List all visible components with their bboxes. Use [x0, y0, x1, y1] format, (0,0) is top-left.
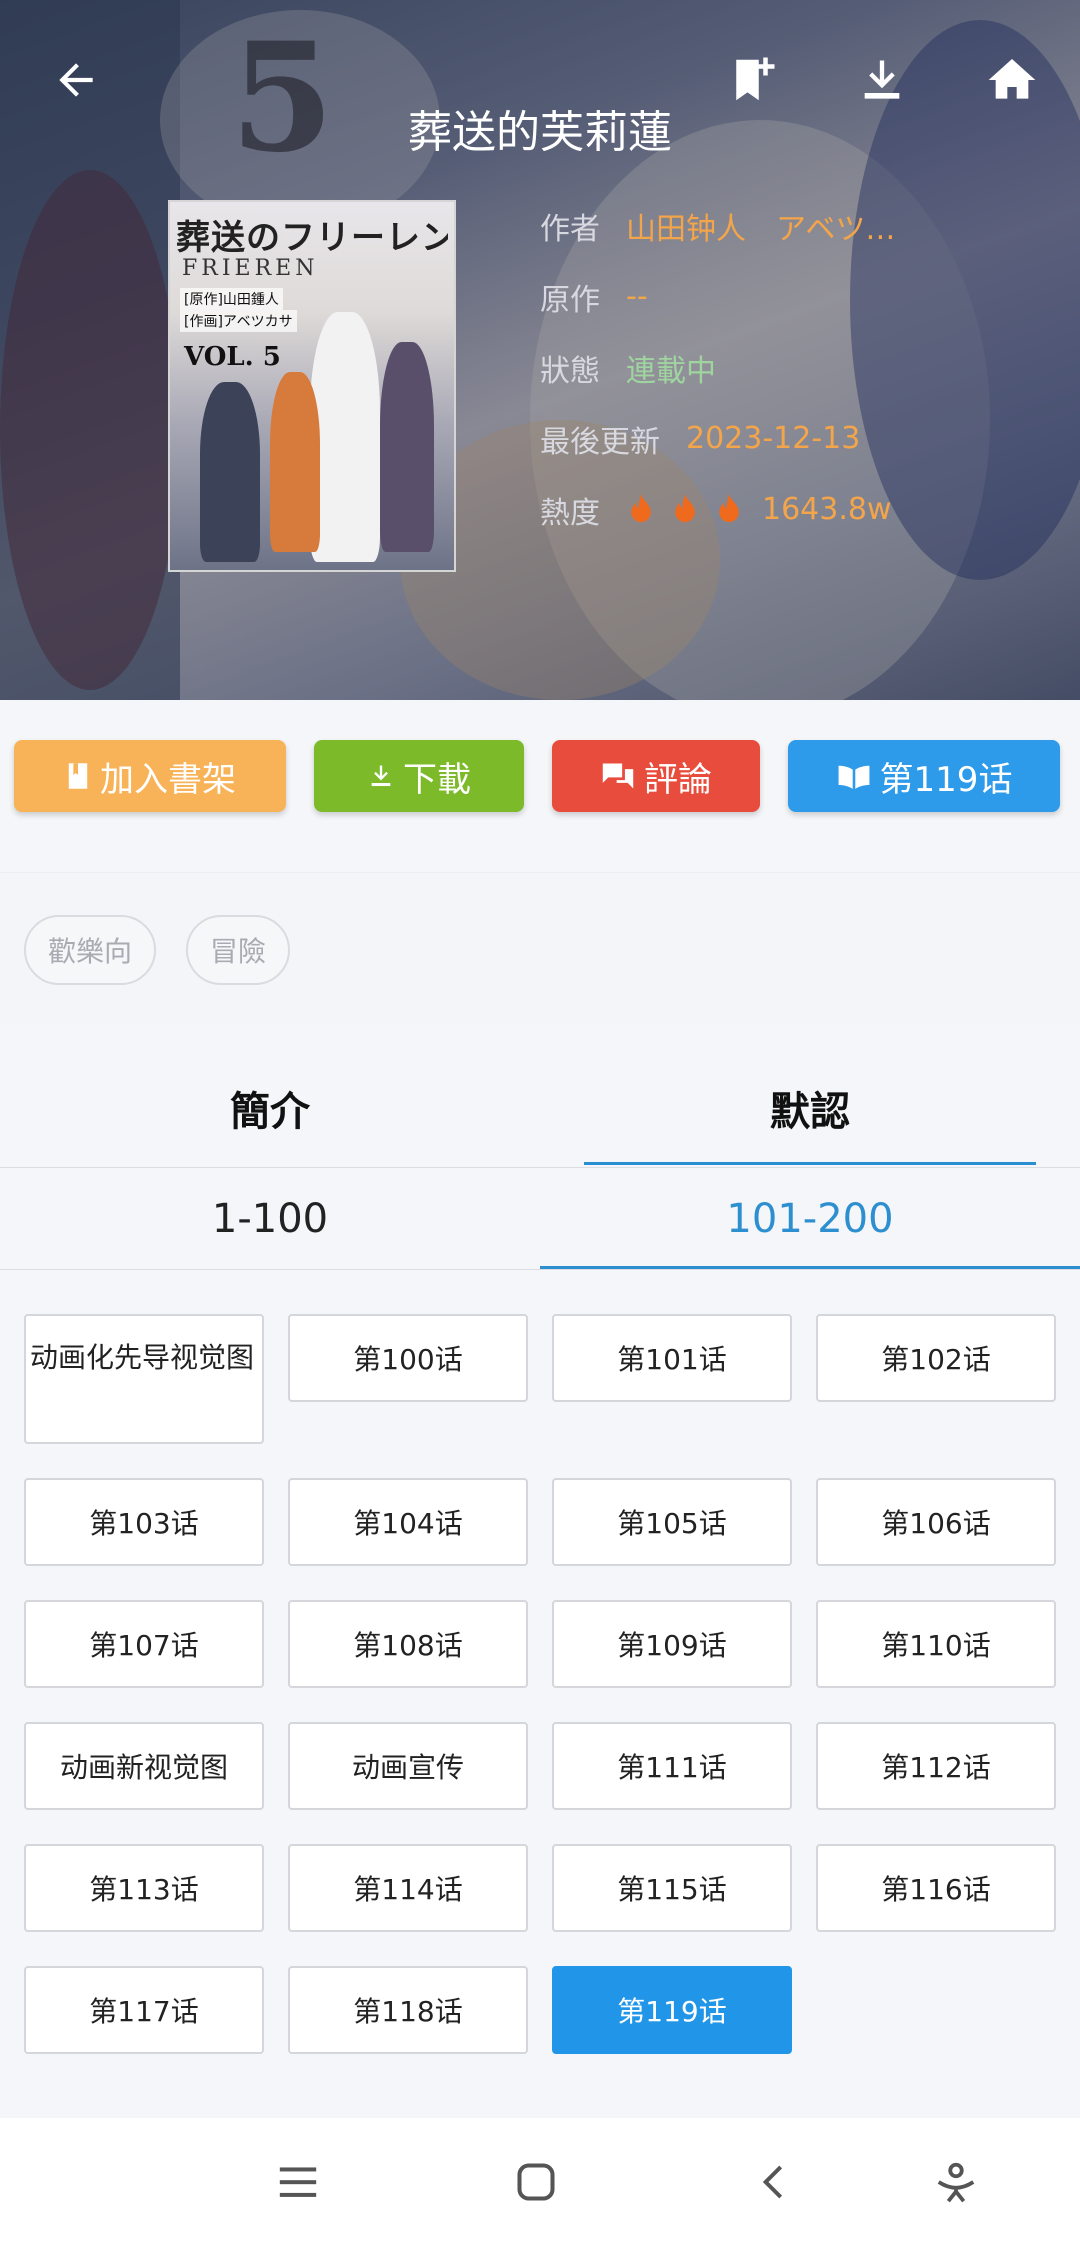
- chapter-button[interactable]: 第112话: [816, 1722, 1056, 1810]
- read-chapter-button[interactable]: 第119话: [788, 740, 1060, 812]
- original-row: 原作 --: [540, 261, 895, 332]
- chapter-button[interactable]: 第107话: [24, 1600, 264, 1688]
- chapter-button[interactable]: 第108话: [288, 1600, 528, 1688]
- system-nav-bar: [0, 2118, 1080, 2250]
- chapter-button[interactable]: 第117话: [24, 1966, 264, 2054]
- cover-figure: [380, 342, 434, 552]
- heat-flames: [626, 493, 744, 527]
- download-button[interactable]: 下載: [314, 740, 524, 812]
- cover-credit-artist: [作画]アベツカサ: [180, 310, 297, 332]
- updated-value: 2023-12-13: [686, 421, 861, 456]
- tab-intro[interactable]: 簡介: [0, 1048, 540, 1167]
- comment-icon: [602, 763, 634, 789]
- section-tabs: 簡介 默認: [0, 1048, 1080, 1168]
- cover-credit-author: [原作]山田鍾人: [180, 288, 283, 310]
- flame-icon: [719, 493, 739, 522]
- chapter-button[interactable]: 第103话: [24, 1478, 264, 1566]
- chapter-button[interactable]: 第118话: [288, 1966, 528, 2054]
- chapter-button[interactable]: 第116话: [816, 1844, 1056, 1932]
- chapter-grid: 动画化先导视觉图 第100话 第101话 第102话 第103话 第104话 第105话 第1…: [24, 1314, 1056, 2054]
- comment-button[interactable]: 評論: [552, 740, 760, 812]
- comic-info: 作者 山田钟人 アベツ… 原作 -- 狀態 連載中 最後更新 2023-12-1…: [540, 190, 895, 545]
- tags-section: 歡樂向 冒險: [0, 872, 1080, 1024]
- chapter-button[interactable]: 第110话: [816, 1600, 1056, 1688]
- status-value: 連載中: [626, 353, 716, 389]
- chapter-button[interactable]: 第102话: [816, 1314, 1056, 1402]
- chapter-button[interactable]: 第109话: [552, 1600, 792, 1688]
- tab-default[interactable]: 默認: [540, 1048, 1080, 1167]
- heat-value: 1643.8w: [762, 492, 892, 527]
- home-square-icon[interactable]: [506, 2152, 566, 2212]
- updated-row: 最後更新 2023-12-13: [540, 403, 895, 474]
- range-tab-1-100[interactable]: 1-100: [0, 1168, 540, 1269]
- chapter-button[interactable]: 第100话: [288, 1314, 528, 1402]
- chapter-button[interactable]: 第115话: [552, 1844, 792, 1932]
- tag-chip[interactable]: 冒險: [186, 915, 291, 985]
- add-to-shelf-label: 加入書架: [100, 759, 236, 800]
- chapter-range-tabs: 1-100 101-200: [0, 1168, 1080, 1270]
- chapter-button[interactable]: 动画宣传: [288, 1722, 528, 1810]
- cover-figure: [200, 382, 260, 562]
- back-icon[interactable]: [744, 2152, 804, 2212]
- heat-row: 熱度 1643.8w: [540, 474, 895, 545]
- cover-title-text: 葬送のフリーレン: [176, 218, 448, 258]
- chapter-button[interactable]: 第111话: [552, 1722, 792, 1810]
- download-icon: [371, 765, 391, 787]
- chapter-button[interactable]: 第114话: [288, 1844, 528, 1932]
- author-value[interactable]: 山田钟人 アベツ…: [626, 204, 895, 248]
- author-label: 作者: [540, 211, 600, 247]
- updated-label: 最後更新: [540, 424, 660, 460]
- book-icon: [68, 763, 88, 789]
- chapter-button-current[interactable]: 第119话: [552, 1966, 792, 2054]
- original-value: --: [626, 279, 648, 314]
- chapter-button[interactable]: 第113话: [24, 1844, 264, 1932]
- comic-cover-image[interactable]: 葬送のフリーレン FRIEREN [原作]山田鍾人 [作画]アベツカサ VOL.…: [168, 200, 456, 572]
- status-row: 狀態 連載中: [540, 332, 895, 403]
- cover-figure: [270, 372, 320, 552]
- original-label: 原作: [540, 282, 600, 318]
- flame-icon: [631, 493, 651, 522]
- chapter-button[interactable]: 第104话: [288, 1478, 528, 1566]
- heat-label: 熱度: [540, 495, 600, 531]
- author-row: 作者 山田钟人 アベツ…: [540, 190, 895, 261]
- accessibility-icon[interactable]: [926, 2152, 986, 2212]
- comic-title: 葬送的芙莉蓮: [408, 107, 672, 158]
- tag-chip[interactable]: 歡樂向: [24, 915, 157, 985]
- open-book-icon: [838, 765, 869, 789]
- download-label: 下載: [403, 759, 471, 800]
- range-tab-101-200[interactable]: 101-200: [540, 1168, 1080, 1269]
- read-chapter-label: 第119话: [879, 759, 1013, 800]
- chapter-button[interactable]: 动画化先导视觉图: [24, 1314, 264, 1444]
- chapter-button[interactable]: 第106话: [816, 1478, 1056, 1566]
- cover-figure: [310, 312, 380, 562]
- chapter-button[interactable]: 动画新视觉图: [24, 1722, 264, 1810]
- cover-subtitle-text: FRIEREN: [182, 256, 319, 281]
- comic-header: 5 葬送的芙莉蓮 葬送のフリーレン FRIEREN [原作]山田鍾人 [作画]ア…: [0, 0, 1080, 700]
- menu-icon[interactable]: [268, 2152, 328, 2212]
- flame-icon: [675, 493, 695, 522]
- cover-volume-text: VOL. 5: [184, 342, 281, 372]
- chapter-button[interactable]: 第105话: [552, 1478, 792, 1566]
- comment-label: 評論: [644, 759, 712, 800]
- action-buttons: 加入書架 下載 評論 第119话: [14, 740, 1066, 812]
- chapter-button[interactable]: 第101话: [552, 1314, 792, 1402]
- status-label: 狀態: [540, 353, 600, 389]
- tag-list: 歡樂向 冒險: [24, 915, 291, 985]
- add-to-shelf-button[interactable]: 加入書架: [14, 740, 286, 812]
